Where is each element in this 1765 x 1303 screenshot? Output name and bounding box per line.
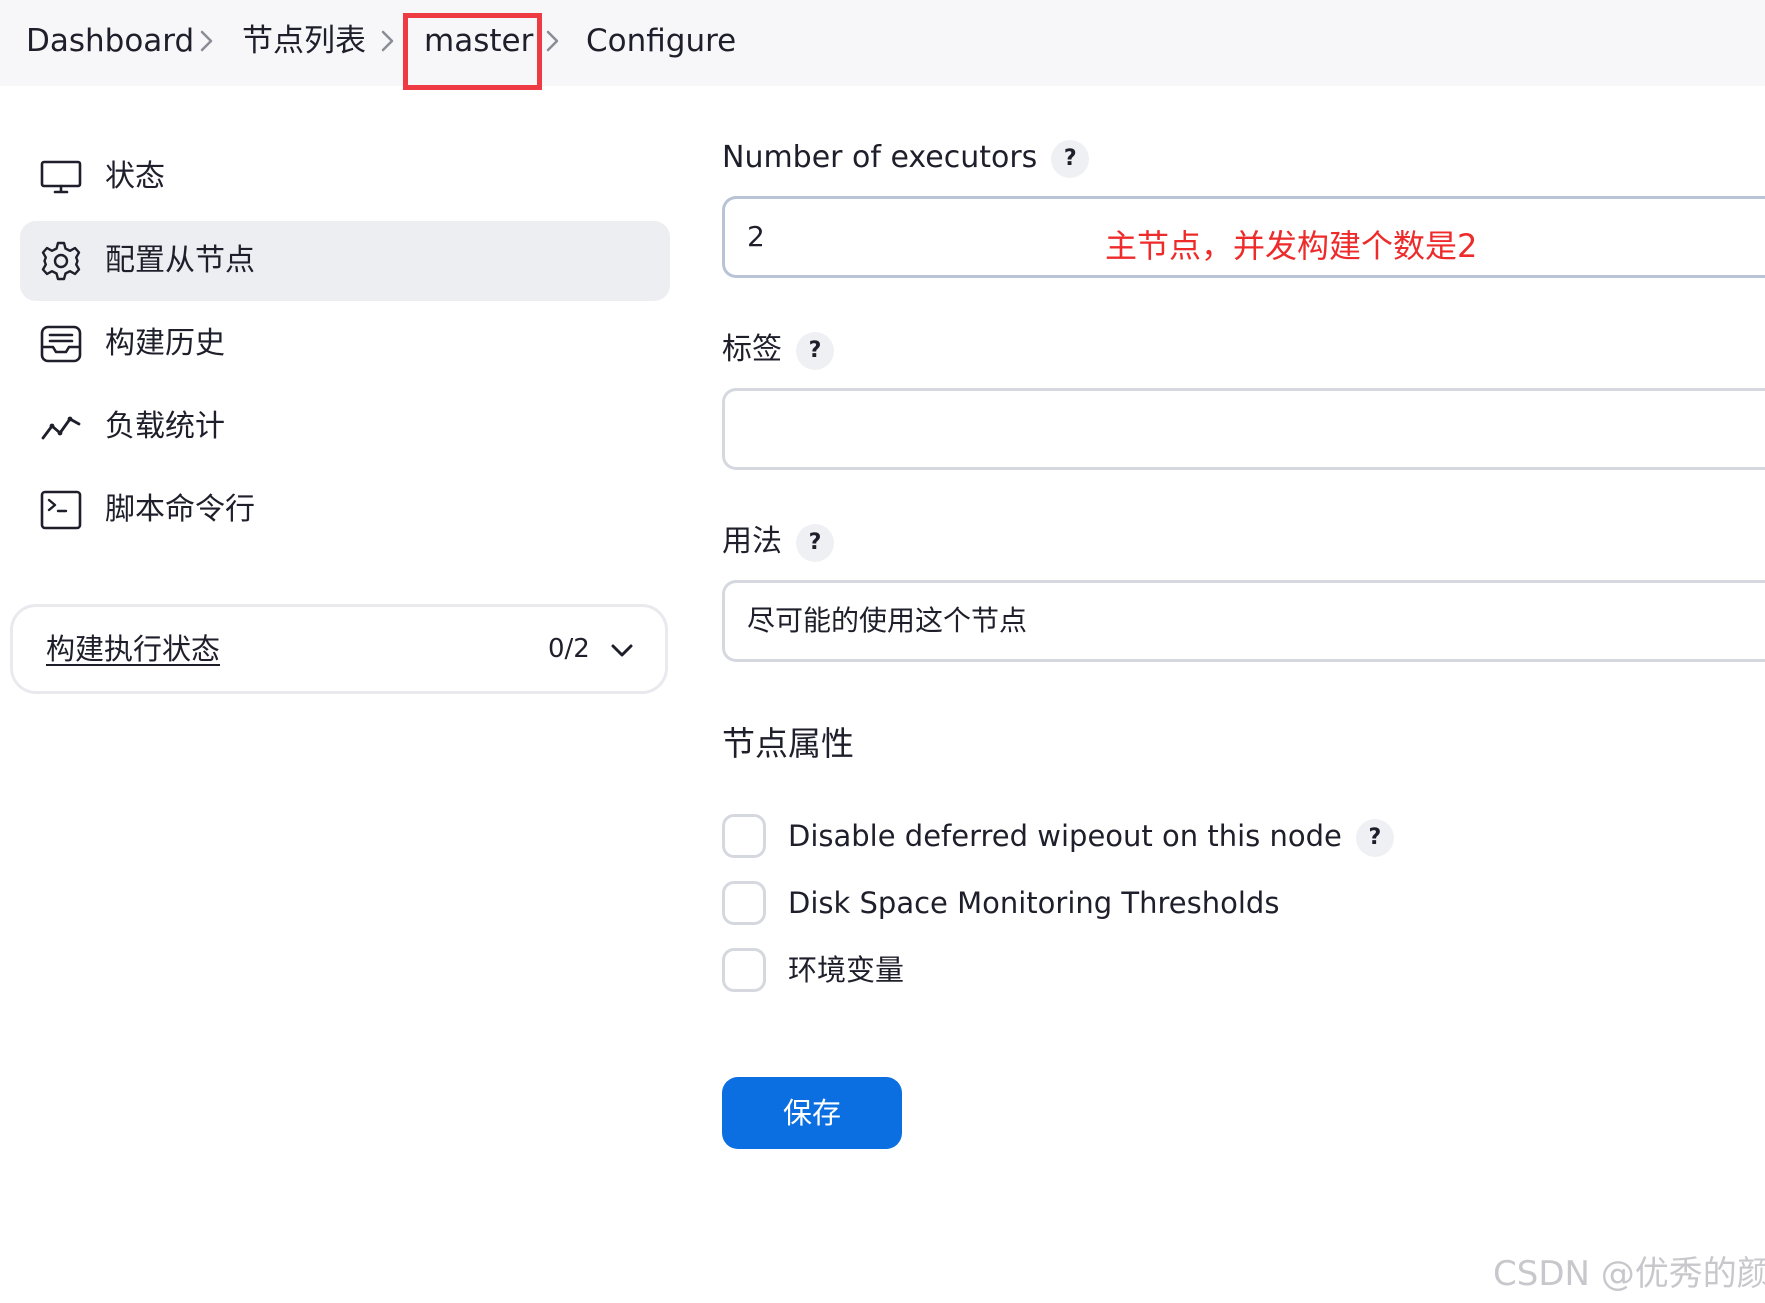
- help-icon[interactable]: ?: [796, 523, 834, 562]
- executors-label: Number of executors?: [722, 136, 1090, 180]
- highlight-annotation-box: [403, 13, 542, 90]
- chevron-right-icon: [379, 24, 397, 58]
- breadcrumb-configure[interactable]: Configure: [586, 18, 736, 64]
- labels-label: 标签?: [722, 328, 834, 372]
- sidebar-item-configure[interactable]: 配置从节点: [20, 221, 670, 301]
- sidebar-item-label: 负载统计: [105, 409, 225, 444]
- save-button[interactable]: 保存: [722, 1077, 902, 1149]
- executor-status-link[interactable]: 构建执行状态: [46, 607, 220, 691]
- inbox-icon: [40, 323, 82, 365]
- gear-icon: [40, 240, 82, 282]
- disk-space-label: Disk Space Monitoring Thresholds: [788, 886, 1280, 920]
- terminal-icon: [40, 489, 82, 531]
- sidebar-item-script-console[interactable]: 脚本命令行: [20, 470, 670, 550]
- help-icon[interactable]: ?: [1355, 819, 1394, 857]
- labels-label-text: 标签: [722, 332, 782, 367]
- breadcrumb: Dashboard 节点列表 master Configure: [0, 0, 1765, 90]
- sidebar-item-label: 构建历史: [105, 326, 225, 361]
- usage-select-value: 尽可能的使用这个节点: [747, 604, 1028, 637]
- executor-count: 0/2: [548, 634, 590, 664]
- breadcrumb-node-list[interactable]: 节点列表: [242, 18, 366, 64]
- disable-wipeout-label: Disable deferred wipeout on this node: [788, 819, 1342, 853]
- sidebar-item-build-history[interactable]: 构建历史: [20, 304, 670, 384]
- executors-input-value: 2: [747, 220, 765, 253]
- sidebar-item-load-statistics[interactable]: 负载统计: [20, 387, 670, 467]
- env-vars-label: 环境变量: [788, 953, 905, 987]
- breadcrumb-dashboard[interactable]: Dashboard: [26, 18, 194, 64]
- trend-line-icon: [40, 406, 82, 448]
- disk-space-checkbox[interactable]: [722, 881, 766, 925]
- chevron-right-icon: [198, 24, 216, 58]
- disable-wipeout-checkbox[interactable]: [722, 814, 766, 858]
- chevron-down-icon[interactable]: [607, 635, 637, 665]
- usage-label: 用法?: [722, 520, 834, 564]
- env-vars-checkbox[interactable]: [722, 948, 766, 992]
- monitor-icon: [40, 156, 82, 198]
- labels-input[interactable]: [722, 388, 1765, 470]
- executors-label-text: Number of executors: [722, 140, 1038, 175]
- usage-select[interactable]: 尽可能的使用这个节点: [722, 580, 1765, 662]
- help-icon[interactable]: ?: [1051, 139, 1090, 178]
- sidebar-item-label: 脚本命令行: [105, 492, 255, 527]
- check-label-row: Disable deferred wipeout on this node?: [788, 814, 1394, 858]
- usage-label-text: 用法: [722, 524, 782, 559]
- annotation-note: 主节点，并发构建个数是2: [1105, 227, 1478, 265]
- help-icon[interactable]: ?: [796, 331, 834, 370]
- sidebar-item-label: 配置从节点: [105, 243, 255, 278]
- chevron-right-icon: [544, 24, 562, 58]
- node-properties-title: 节点属性: [722, 724, 854, 763]
- watermark: CSDN @优秀的颜: [1493, 1254, 1765, 1294]
- executor-status-panel[interactable]: 构建执行状态 0/2: [10, 604, 668, 694]
- sidebar-item-status[interactable]: 状态: [20, 137, 670, 217]
- sidebar-item-label: 状态: [105, 159, 165, 194]
